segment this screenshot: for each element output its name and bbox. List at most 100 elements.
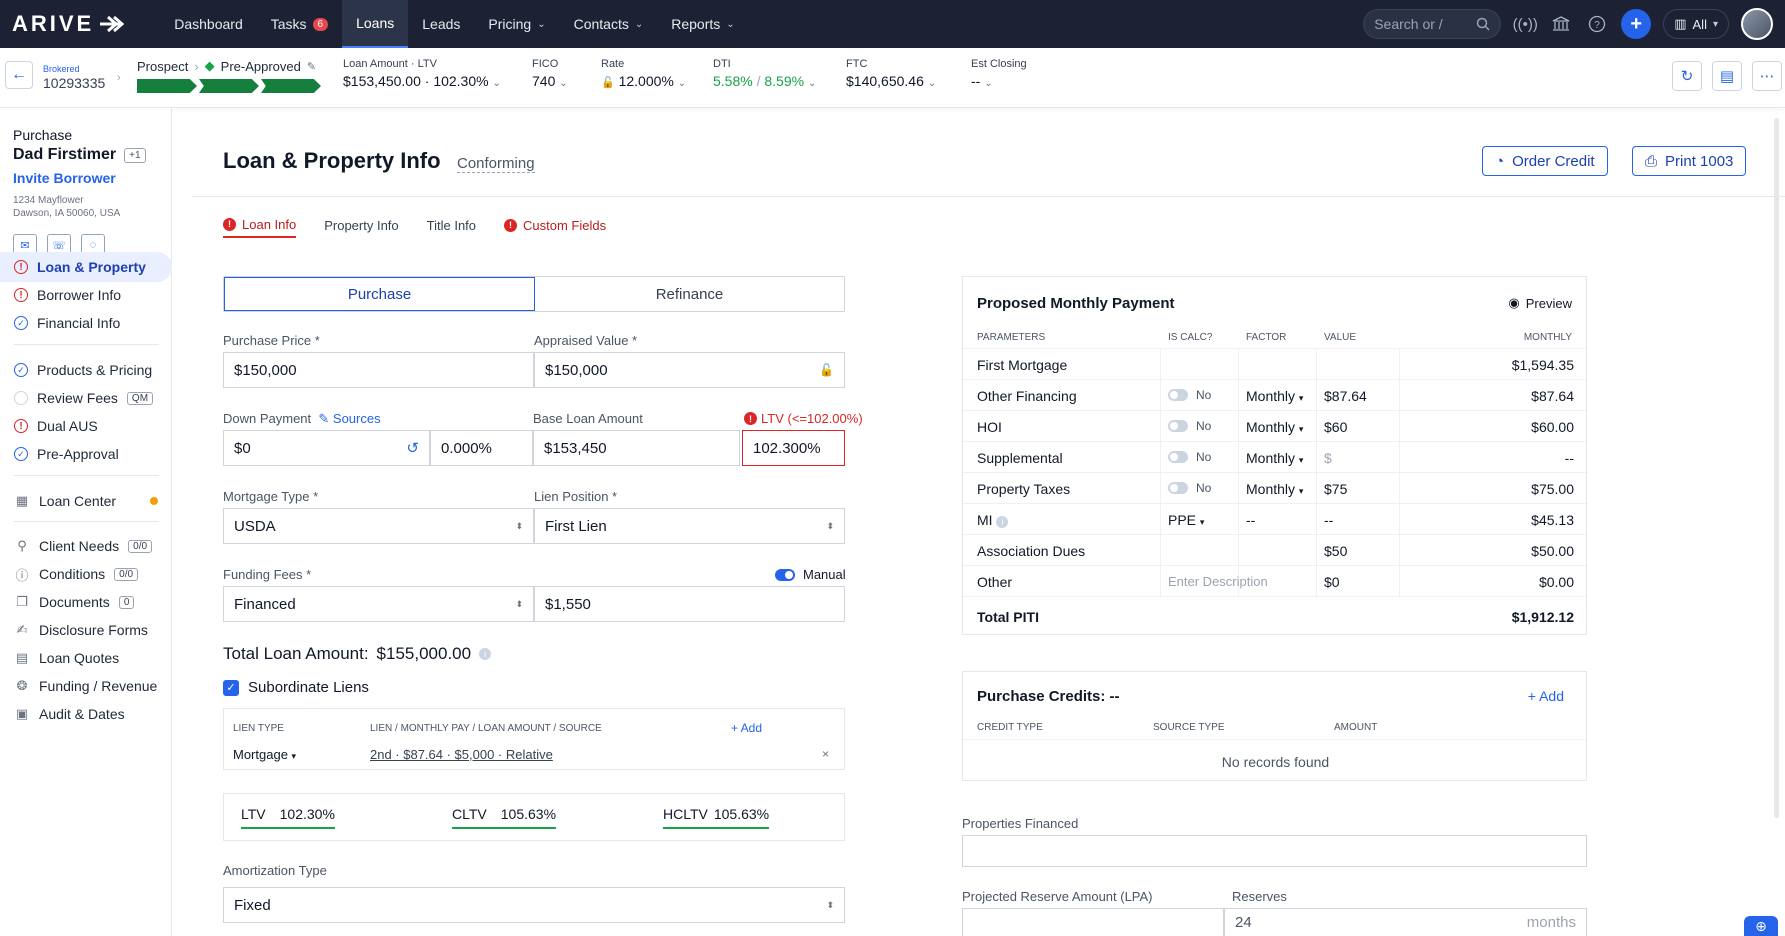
value-input[interactable]: $ — [1324, 450, 1332, 466]
value-input[interactable]: $60 — [1324, 419, 1347, 435]
mi-calc-select[interactable]: PPE ▾ — [1168, 512, 1204, 528]
factor-select[interactable]: Monthly ▾ — [1246, 419, 1303, 435]
nav-reports[interactable]: Reports ⌄ — [657, 0, 748, 48]
create-new-button[interactable]: + — [1621, 9, 1652, 39]
add-credit-button[interactable]: + Add — [1528, 688, 1564, 704]
is-calc-toggle[interactable]: No — [1168, 419, 1211, 433]
unlock-icon[interactable]: 🔓 — [819, 363, 834, 377]
remove-lien-icon[interactable]: × — [822, 747, 829, 761]
nav-dashboard[interactable]: Dashboard — [160, 0, 257, 48]
lien-type-select[interactable]: Mortgage ▾ — [233, 747, 296, 762]
back-button[interactable]: ← — [5, 61, 33, 89]
tab-property-info[interactable]: Property Info — [324, 212, 398, 238]
lien-position-select[interactable]: First Lien ⬍ — [534, 508, 845, 544]
tab-loan-info[interactable]: ! Loan Info — [223, 212, 297, 238]
sidebar-item-products-pricing[interactable]: ✓ Products & Pricing — [0, 355, 172, 385]
value-input[interactable]: $87.64 — [1324, 388, 1367, 404]
purpose-purchase-option[interactable]: Purchase — [224, 277, 535, 311]
toggle-switch[interactable] — [1168, 482, 1188, 494]
bank-icon[interactable] — [1549, 12, 1573, 36]
invite-borrower-link[interactable]: Invite Borrower — [13, 170, 116, 186]
appraised-value-input[interactable]: $150,000 🔓 — [534, 352, 845, 388]
sidebar-item-funding-revenue[interactable]: ❂ Funding / Revenue — [0, 671, 172, 701]
arive-logo[interactable]: ARIVE — [12, 11, 132, 37]
toggle-switch[interactable] — [1168, 389, 1188, 401]
subordinate-liens-checkbox[interactable]: ✓ Subordinate Liens — [223, 679, 369, 696]
global-search-input[interactable]: Search or / — [1363, 9, 1502, 39]
factor-select[interactable]: Monthly ▾ — [1246, 450, 1303, 466]
mortgage-type-select[interactable]: USDA ⬍ — [223, 508, 534, 544]
other-description-input[interactable]: Enter Description — [1168, 574, 1268, 589]
scope-select[interactable]: ▥ All ▾ — [1663, 9, 1729, 39]
rate-metric[interactable]: Rate 🔓 12.000% ⌄ — [601, 58, 686, 89]
broadcast-icon[interactable]: ((•)) — [1513, 12, 1538, 36]
sidebar-item-loan-center[interactable]: ▦ Loan Center — [0, 486, 172, 516]
nav-tasks[interactable]: Tasks 6 — [257, 0, 342, 48]
value-input[interactable]: $0 — [1324, 574, 1340, 590]
manual-switch[interactable] — [775, 568, 795, 581]
sidebar-item-disclosure-forms[interactable]: ✍ Disclosure Forms — [0, 615, 172, 645]
checkbox-checked-icon[interactable]: ✓ — [223, 679, 239, 696]
reserves-input[interactable]: 24 months — [1224, 908, 1587, 936]
sidebar-item-documents[interactable]: ❐ Documents 0 — [0, 587, 172, 617]
reserve-amount-input[interactable] — [962, 908, 1224, 936]
more-borrowers-badge[interactable]: +1 — [124, 147, 146, 163]
preview-button[interactable]: ◉ Preview — [1508, 295, 1572, 311]
base-loan-input[interactable]: $153,450 — [533, 430, 740, 466]
borrower-name[interactable]: Dad Firstimer — [13, 146, 116, 164]
funding-amount-input[interactable]: $1,550 — [534, 586, 845, 622]
nav-pricing[interactable]: Pricing ⌄ — [474, 0, 559, 48]
info-icon[interactable]: i — [996, 516, 1009, 528]
down-payment-input[interactable]: $0 ↺ — [223, 430, 430, 466]
loan-number-block[interactable]: Brokered 10293335 — [43, 64, 105, 91]
lien-detail-link[interactable]: 2nd · $87.64 · $5,000 · Relative — [370, 747, 553, 762]
reset-icon[interactable]: ↺ — [406, 439, 419, 457]
sidebar-item-audit-dates[interactable]: ▣ Audit & Dates — [0, 699, 172, 729]
sidebar-item-loan-quotes[interactable]: ▤ Loan Quotes — [0, 643, 172, 673]
amortization-select[interactable]: Fixed ⬍ — [223, 887, 845, 923]
sidebar-item-loan-property[interactable]: ! Loan & Property — [0, 252, 172, 282]
help-icon[interactable]: ? — [1585, 12, 1609, 36]
manual-toggle[interactable]: Manual — [775, 567, 846, 582]
is-calc-toggle[interactable]: No — [1168, 450, 1211, 464]
tab-custom-fields[interactable]: ! Custom Fields — [504, 212, 606, 238]
funding-fees-select[interactable]: Financed ⬍ — [223, 586, 534, 622]
loan-amount-metric[interactable]: Loan Amount · LTV $153,450.00 · 102.30% … — [343, 58, 501, 89]
sidebar-item-review-fees[interactable]: Review Fees QM — [0, 383, 172, 413]
purpose-refinance-option[interactable]: Refinance — [535, 277, 844, 311]
toggle-switch[interactable] — [1168, 451, 1188, 463]
add-lien-button[interactable]: + Add — [731, 721, 762, 735]
comments-button[interactable]: ▤ — [1712, 61, 1742, 91]
ltv-input[interactable]: 102.300% — [742, 430, 845, 466]
scrollbar[interactable] — [1774, 118, 1779, 818]
nav-contacts[interactable]: Contacts ⌄ — [560, 0, 658, 48]
sidebar-item-financial-info[interactable]: ✓ Financial Info — [0, 308, 172, 338]
est-closing-metric[interactable]: Est Closing -- ⌄ — [971, 58, 1027, 89]
value-input[interactable]: $75 — [1324, 481, 1347, 497]
loan-stage[interactable]: Prospect › ◆ Pre-Approved ✎ — [137, 58, 321, 93]
sidebar-item-borrower-info[interactable]: ! Borrower Info — [0, 280, 172, 310]
order-credit-button[interactable]: ◔ Order Credit — [1482, 146, 1608, 176]
factor-select[interactable]: Monthly ▾ — [1246, 481, 1303, 497]
dti-metric[interactable]: DTI 5.58% / 8.59% ⌄ — [713, 58, 816, 89]
loan-program-link[interactable]: Conforming — [457, 155, 535, 173]
properties-financed-input[interactable] — [962, 835, 1587, 867]
value-input[interactable]: $50 — [1324, 543, 1347, 559]
sidebar-item-conditions[interactable]: ⓘ Conditions 0/0 — [0, 559, 172, 589]
down-payment-percent-input[interactable]: 0.000% — [430, 430, 533, 466]
nav-loans[interactable]: Loans — [342, 0, 409, 48]
is-calc-toggle[interactable]: No — [1168, 388, 1211, 402]
sidebar-item-pre-approval[interactable]: ✓ Pre-Approval — [0, 439, 172, 469]
print-1003-button[interactable]: ⎙ Print 1003 — [1632, 146, 1747, 176]
more-options-button[interactable]: ⋯ — [1752, 61, 1782, 91]
info-icon[interactable]: i — [479, 648, 492, 660]
toggle-switch[interactable] — [1168, 420, 1188, 432]
user-avatar[interactable] — [1741, 8, 1773, 40]
sources-link[interactable]: ✎ Sources — [318, 411, 380, 426]
fico-metric[interactable]: FICO 740 ⌄ — [532, 58, 568, 89]
sidebar-item-client-needs[interactable]: ⚲ Client Needs 0/0 — [0, 531, 172, 561]
nav-leads[interactable]: Leads — [408, 0, 474, 48]
sidebar-item-dual-aus[interactable]: ! Dual AUS — [0, 411, 172, 441]
factor-select[interactable]: Monthly ▾ — [1246, 388, 1303, 404]
is-calc-toggle[interactable]: No — [1168, 481, 1211, 495]
